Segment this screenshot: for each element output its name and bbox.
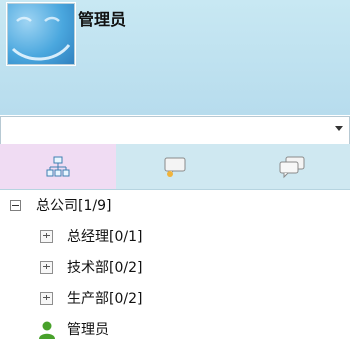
username: 管理员 <box>78 10 127 29</box>
tree-user-label: 管理员 <box>67 322 109 338</box>
expand-icon[interactable] <box>40 261 53 274</box>
tab-chat[interactable] <box>117 144 233 189</box>
org-tree: 总公司[1/9] 总经理[0/1] 技术部[0/2] 生产部[0/2] 管理员 <box>0 190 350 350</box>
tab-bar <box>0 144 350 190</box>
tree-node-label: 生产部[0/2] <box>67 291 143 307</box>
expand-icon[interactable] <box>40 230 53 243</box>
tree-node-label: 总经理[0/1] <box>67 229 143 245</box>
smile-avatar-icon <box>11 16 71 61</box>
tab-group-chat[interactable] <box>234 144 350 189</box>
collapse-icon[interactable] <box>10 200 21 211</box>
tree-node-label: 总公司[1/9] <box>36 198 112 214</box>
org-tree-icon <box>46 156 70 176</box>
user-icon <box>39 321 55 339</box>
profile-header: 管理员 <box>0 0 350 115</box>
expand-icon[interactable] <box>40 292 53 305</box>
avatar[interactable] <box>6 2 76 66</box>
org-select[interactable] <box>0 116 350 145</box>
dropdown-arrow-icon[interactable] <box>335 126 343 131</box>
chat-bubble-icon <box>164 157 186 177</box>
tab-organization[interactable] <box>0 144 116 189</box>
group-chat-icon <box>279 156 305 178</box>
tree-node-label: 技术部[0/2] <box>67 260 143 276</box>
